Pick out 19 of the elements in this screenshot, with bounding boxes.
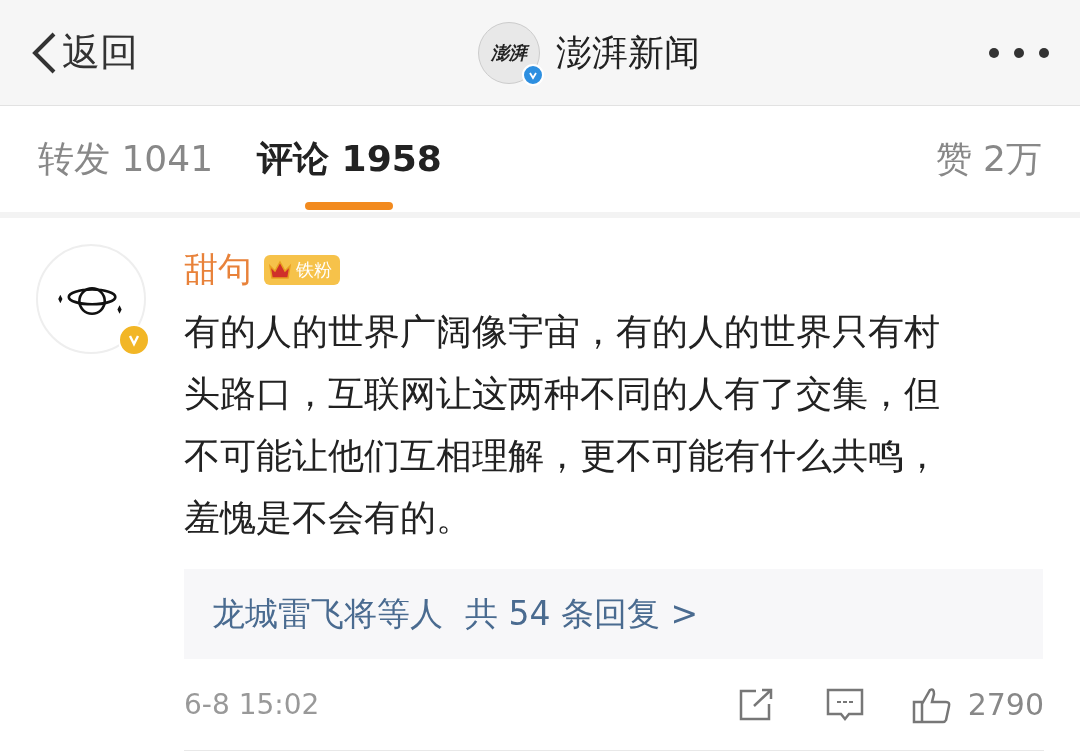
more-icon[interactable] <box>988 46 1050 59</box>
thumbs-up-icon[interactable] <box>911 685 952 724</box>
comment-time: 6-8 15:02 <box>184 686 320 723</box>
comment-text: 有的人的世界广阔像宇宙，有的人的世界只有村 头路口，互联网让这两种不同的人有了交集，但 不可能让他们互相理解，更不可能有什么共鸣， 羞愧是不会有的。 <box>184 310 941 540</box>
fan-badge: 铁粉 <box>264 254 340 285</box>
replies-panel[interactable]: 龙城雷飞将等人 共 54 条回复 > <box>184 569 1043 659</box>
back-button[interactable]: 返回 <box>30 24 230 81</box>
back-icon <box>30 30 58 75</box>
like-count: 2790 <box>967 686 1044 724</box>
account-avatar: 澎湃 <box>478 21 540 84</box>
author-name[interactable]: 甜句 <box>184 244 252 295</box>
share-icon[interactable] <box>737 687 774 722</box>
likes-tab[interactable]: 赞 2万 <box>935 132 1042 186</box>
reply-count[interactable]: 共 54 条回复 > <box>465 589 699 639</box>
tab[interactable]: 评论 1958 <box>257 106 442 212</box>
account-title: 澎湃新闻 <box>556 30 700 75</box>
reply-authors[interactable]: 龙城雷飞将等人 <box>212 589 443 639</box>
comment-icon[interactable] <box>825 687 864 722</box>
tab[interactable]: 转发 1041 <box>38 106 214 212</box>
